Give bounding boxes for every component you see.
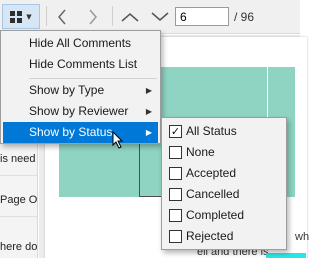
check-mark-icon: ✓	[170, 125, 181, 138]
next-page-button[interactable]	[82, 4, 104, 29]
status-option-rejected[interactable]: Rejected	[164, 226, 284, 247]
divider	[0, 175, 38, 176]
toolbar-divider	[112, 6, 113, 26]
menu-item-label: Show by Status	[29, 125, 113, 139]
submenu-arrow-icon: ▶	[145, 107, 152, 116]
menu-item-label: Show by Type	[29, 83, 105, 97]
menu-item-hide-comments-list[interactable]: Hide Comments List	[3, 54, 158, 75]
status-option-label: Cancelled	[186, 187, 240, 201]
divider	[0, 216, 38, 217]
menu-item-label: Hide Comments List	[29, 57, 138, 71]
chevron-right-icon	[89, 9, 97, 24]
checkbox[interactable]	[169, 209, 182, 222]
checkbox[interactable]: ✓	[169, 125, 182, 138]
comments-options-menu: Hide All Comments Hide Comments List Sho…	[0, 30, 161, 144]
scroll-up-button[interactable]	[118, 4, 142, 29]
comment-snippet[interactable]: here do	[0, 241, 37, 253]
checkbox[interactable]	[169, 188, 182, 201]
menu-item-show-by-status[interactable]: Show by Status ▶	[3, 122, 158, 143]
chevron-down-icon	[151, 11, 169, 21]
status-option-label: None	[186, 145, 215, 159]
menu-item-hide-all-comments[interactable]: Hide All Comments	[3, 33, 158, 54]
status-option-cancelled[interactable]: Cancelled	[164, 184, 284, 205]
status-option-accepted[interactable]: Accepted	[164, 163, 284, 184]
submenu-arrow-icon: ▶	[145, 86, 152, 95]
checkbox[interactable]	[169, 146, 182, 159]
status-option-label: Completed	[186, 208, 245, 222]
previous-page-button[interactable]	[51, 4, 73, 29]
highlight-tag	[266, 253, 306, 258]
status-option-none[interactable]: None	[164, 142, 284, 163]
chevron-left-icon	[58, 9, 66, 24]
scroll-down-button[interactable]	[148, 4, 172, 29]
comment-snippet[interactable]: is need	[0, 153, 35, 165]
status-option-completed[interactable]: Completed	[164, 205, 284, 226]
menu-item-label: Show by Reviewer	[29, 104, 129, 118]
menu-separator	[29, 78, 157, 79]
chevron-down-icon: ▼	[26, 12, 32, 21]
menu-item-show-by-type[interactable]: Show by Type ▶	[3, 80, 158, 101]
checkbox[interactable]	[169, 167, 182, 180]
status-submenu: ✓ All Status None Accepted Cancelled Com…	[161, 117, 287, 250]
toolbar-divider	[46, 6, 47, 26]
chevron-up-icon	[121, 12, 139, 22]
submenu-arrow-icon: ▶	[145, 128, 152, 137]
status-option-label: Accepted	[186, 166, 237, 180]
page-total-label: / 96	[234, 10, 255, 24]
comments-options-button[interactable]: ▼	[2, 4, 40, 29]
document-text: wh	[295, 231, 310, 243]
comment-snippet[interactable]: Page O	[0, 194, 37, 206]
status-option-label: All Status	[186, 124, 237, 138]
menu-item-show-by-reviewer[interactable]: Show by Reviewer ▶	[3, 101, 158, 122]
checkbox[interactable]	[169, 230, 182, 243]
status-option-all-status[interactable]: ✓ All Status	[164, 121, 284, 142]
mouse-cursor-icon	[112, 131, 124, 149]
menu-item-label: Hide All Comments	[29, 36, 132, 50]
toolbar: ▼ / 96	[0, 0, 300, 34]
page-number-input[interactable]	[175, 7, 229, 26]
status-option-label: Rejected	[186, 229, 234, 243]
comments-grid-icon	[10, 10, 23, 23]
